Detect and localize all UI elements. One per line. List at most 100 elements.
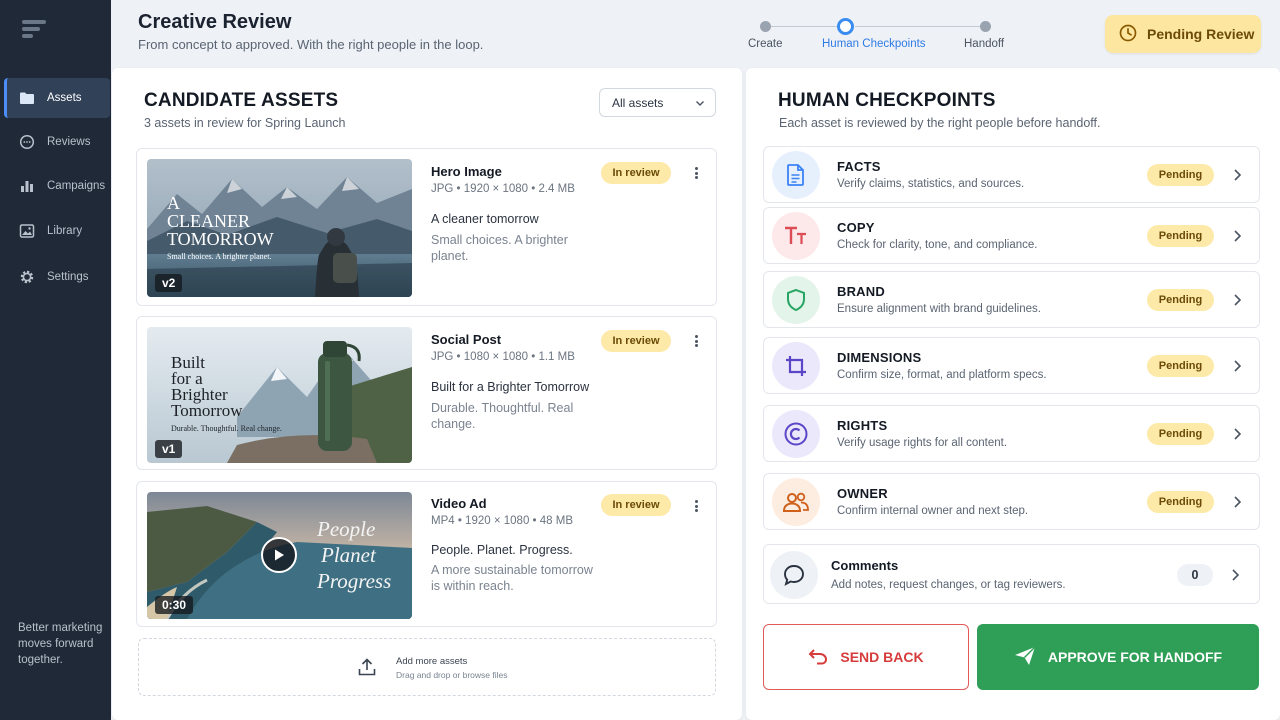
asset-card-social-post[interactable]: Built for a Brighter Tomorrow Durable. T…: [136, 316, 717, 470]
step-label-human-checkpoints[interactable]: Human Checkpoints: [822, 38, 926, 50]
more-options-icon[interactable]: [690, 165, 702, 181]
step-dot-create[interactable]: [760, 21, 771, 32]
status-badge: Pending: [1147, 355, 1214, 377]
sidebar-item-label: Settings: [47, 271, 89, 283]
checkpoint-description: Verify usage rights for all content.: [837, 437, 1008, 449]
chevron-right-icon[interactable]: [1232, 495, 1242, 514]
status-badge: Pending: [1147, 225, 1214, 247]
asset-name: Hero Image: [431, 164, 502, 179]
app-logo-icon: [22, 20, 46, 42]
chevron-right-icon[interactable]: [1232, 168, 1242, 187]
bar-chart-icon: [18, 178, 35, 195]
sidebar-item-library[interactable]: Library: [4, 211, 110, 251]
thumbnail-caption: Durable. Thoughtful. Real change.: [171, 424, 282, 433]
status-badge: Pending: [1147, 491, 1214, 513]
step-dot-human-checkpoints[interactable]: [837, 18, 854, 35]
video-duration-badge: 0:30: [155, 596, 194, 614]
sidebar: Assets Reviews Campaigns Library Setting…: [0, 0, 111, 720]
checkpoint-copy[interactable]: COPY Check for clarity, tone, and compli…: [763, 207, 1260, 264]
send-back-label: SEND BACK: [840, 649, 924, 665]
more-options-icon[interactable]: [690, 498, 702, 514]
sidebar-item-assets[interactable]: Assets: [4, 78, 110, 118]
human-checkpoints-panel: HUMAN CHECKPOINTS Each asset is reviewed…: [746, 68, 1280, 720]
users-icon: [772, 478, 820, 526]
step-label-create[interactable]: Create: [748, 38, 783, 50]
play-button[interactable]: [261, 537, 297, 573]
checkpoint-dimensions[interactable]: DIMENSIONS Confirm size, format, and pla…: [763, 337, 1260, 394]
chevron-right-icon[interactable]: [1230, 568, 1240, 587]
comments-row[interactable]: Comments Add notes, request changes, or …: [763, 544, 1260, 604]
text-icon: [772, 212, 820, 260]
step-connector: [855, 26, 983, 27]
copyright-icon: [772, 410, 820, 458]
undo-arrow-icon: [808, 647, 828, 668]
image-icon: [18, 223, 35, 240]
chevron-right-icon[interactable]: [1232, 293, 1242, 312]
thumbnail-headline-line: TOMORROW: [167, 229, 274, 249]
sidebar-item-reviews[interactable]: Reviews: [4, 122, 110, 162]
asset-card-hero-image[interactable]: A CLEANER TOMORROW Small choices. A brig…: [136, 148, 717, 306]
thumbnail-headline-line: A: [167, 193, 180, 213]
send-back-button[interactable]: SEND BACK: [763, 624, 969, 690]
checkpoint-description: Verify claims, statistics, and sources.: [837, 178, 1025, 190]
sidebar-item-campaigns[interactable]: Campaigns: [4, 166, 110, 206]
checkpoint-facts[interactable]: FACTS Verify claims, statistics, and sou…: [763, 146, 1260, 203]
thumbnail-headline-line: Progress: [317, 569, 392, 593]
gear-icon: [18, 269, 35, 286]
sidebar-item-label: Campaigns: [47, 180, 106, 192]
asset-headline: People. Planet. Progress.: [431, 543, 573, 557]
comment-icon: [770, 551, 818, 599]
status-badge: Pending: [1147, 289, 1214, 311]
upload-subtitle: Drag and drop or browse files: [396, 670, 508, 680]
page-subtitle: From concept to approved. With the right…: [138, 37, 484, 52]
asset-meta: MP4 • 1920 × 1080 • 48 MB: [431, 515, 573, 527]
chevron-right-icon[interactable]: [1232, 359, 1242, 378]
checkpoint-description: Check for clarity, tone, and compliance.: [837, 239, 1038, 251]
chevron-right-icon[interactable]: [1232, 229, 1242, 248]
progress-stepper: Create Human Checkpoints Handoff: [740, 16, 1020, 56]
asset-thumbnail[interactable]: People Planet Progress 0:30: [147, 492, 412, 619]
sidebar-tagline: Better marketing moves forward together.: [18, 622, 103, 666]
asset-thumbnail[interactable]: A CLEANER TOMORROW Small choices. A brig…: [147, 159, 412, 297]
asset-thumbnail[interactable]: Built for a Brighter Tomorrow Durable. T…: [147, 327, 412, 463]
status-badge: In review: [601, 494, 671, 516]
folder-icon: [18, 90, 35, 107]
asset-description: A more sustainable tomorrow is within re…: [431, 563, 593, 593]
checkpoint-description: Confirm size, format, and platform specs…: [837, 369, 1047, 381]
sidebar-item-settings[interactable]: Settings: [4, 257, 110, 297]
asset-card-video-ad[interactable]: People Planet Progress 0:30 Video Ad MP4…: [136, 481, 717, 627]
chevron-right-icon[interactable]: [1232, 427, 1242, 446]
play-icon: [275, 549, 284, 561]
more-options-icon[interactable]: [690, 333, 702, 349]
sidebar-item-label: Reviews: [47, 136, 91, 148]
status-badge: In review: [601, 330, 671, 352]
step-label-handoff[interactable]: Handoff: [964, 38, 1004, 50]
checkpoint-description: Ensure alignment with brand guidelines.: [837, 303, 1041, 315]
thumbnail-caption: Small choices. A brighter planet.: [167, 252, 272, 261]
asset-headline: Built for a Brighter Tomorrow: [431, 380, 590, 394]
checkpoint-owner[interactable]: OWNER Confirm internal owner and next st…: [763, 473, 1260, 530]
checkpoint-title: COPY: [837, 220, 875, 235]
sidebar-item-label: Assets: [47, 92, 82, 104]
checkpoint-rights[interactable]: RIGHTS Verify usage rights for all conte…: [763, 405, 1260, 462]
comment-count-badge: 0: [1177, 564, 1213, 586]
review-status-label: Pending Review: [1147, 26, 1255, 42]
checkpoint-title: BRAND: [837, 284, 885, 299]
approve-for-handoff-button[interactable]: APPROVE FOR HANDOFF: [977, 624, 1259, 690]
comments-description: Add notes, request changes, or tag revie…: [831, 579, 1066, 591]
clock-icon: [1119, 24, 1137, 45]
asset-filter-select[interactable]: All assets: [599, 88, 716, 117]
review-status-badge: Pending Review: [1105, 15, 1261, 53]
checkpoint-brand[interactable]: BRAND Ensure alignment with brand guidel…: [763, 271, 1260, 328]
thumbnail-headline-line: Tomorrow: [171, 401, 243, 420]
checkpoint-title: DIMENSIONS: [837, 350, 922, 365]
page-title: Creative Review: [138, 11, 292, 33]
upload-title: Add more assets: [396, 656, 468, 667]
section-title: HUMAN CHECKPOINTS: [778, 90, 996, 111]
step-dot-handoff[interactable]: [980, 21, 991, 32]
chevron-down-icon: [695, 97, 705, 111]
thumbnail-headline-line: Planet: [321, 543, 376, 567]
checkpoint-title: RIGHTS: [837, 418, 888, 433]
document-icon: [772, 151, 820, 199]
upload-dropzone[interactable]: Add more assets Drag and drop or browse …: [138, 638, 716, 696]
